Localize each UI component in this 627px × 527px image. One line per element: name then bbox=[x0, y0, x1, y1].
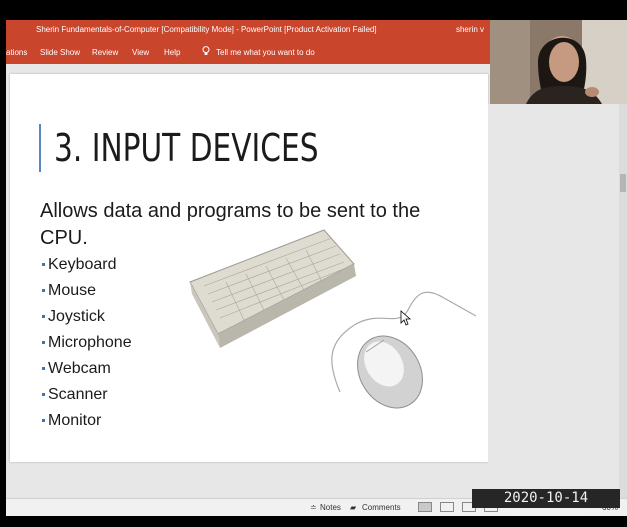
scrollbar-thumb[interactable] bbox=[620, 174, 626, 192]
normal-view-icon[interactable] bbox=[418, 502, 432, 512]
slide-canvas[interactable]: 3. INPUT DEVICES Allows data and program… bbox=[10, 74, 488, 462]
title-accent-bar bbox=[39, 124, 41, 172]
bullet-marker bbox=[42, 419, 45, 422]
bullet-text: Mouse bbox=[48, 282, 97, 299]
bullet-marker bbox=[42, 341, 45, 344]
tab-slide-show[interactable]: Slide Show bbox=[40, 48, 80, 57]
bullet-text: Webcam bbox=[48, 360, 111, 377]
keyboard-and-mouse-image[interactable] bbox=[188, 224, 478, 424]
notes-icon[interactable]: ≐ bbox=[310, 503, 317, 512]
bottom-border bbox=[0, 516, 627, 525]
tab-help[interactable]: Help bbox=[164, 48, 180, 57]
screen: Sherin Fundamentals-of-Computer [Compati… bbox=[0, 0, 627, 525]
notes-panel-area bbox=[488, 104, 627, 498]
tab-animations[interactable]: ations bbox=[6, 48, 27, 57]
bullet-marker bbox=[42, 289, 45, 292]
bullet-marker bbox=[42, 393, 45, 396]
list-item: Scanner bbox=[40, 386, 132, 412]
notes-button[interactable]: Notes bbox=[320, 503, 341, 512]
lightbulb-icon[interactable] bbox=[202, 46, 210, 56]
bullet-marker bbox=[42, 315, 45, 318]
list-item: Webcam bbox=[40, 360, 132, 386]
list-item: Keyboard bbox=[40, 256, 132, 282]
bullet-text: Microphone bbox=[48, 334, 132, 351]
comments-icon[interactable]: ▰ bbox=[350, 503, 356, 512]
list-item: Microphone bbox=[40, 334, 132, 360]
list-item: Monitor bbox=[40, 412, 132, 438]
bullet-text: Joystick bbox=[48, 308, 105, 325]
bullet-list[interactable]: Keyboard Mouse Joystick Microphone Webca… bbox=[40, 256, 132, 438]
slide-sorter-icon[interactable] bbox=[440, 502, 454, 512]
webcam-video-image bbox=[490, 20, 627, 104]
bullet-text: Monitor bbox=[48, 412, 102, 429]
title-bar: Sherin Fundamentals-of-Computer [Compati… bbox=[6, 20, 490, 40]
comments-button[interactable]: Comments bbox=[362, 503, 401, 512]
tab-review[interactable]: Review bbox=[92, 48, 118, 57]
ribbon-tabs: ations Slide Show Review View Help Tell … bbox=[6, 40, 490, 64]
bullet-marker bbox=[42, 367, 45, 370]
tab-view[interactable]: View bbox=[132, 48, 149, 57]
user-name[interactable]: sherin v bbox=[456, 25, 484, 34]
list-item: Mouse bbox=[40, 282, 132, 308]
mouse-cursor-icon bbox=[400, 310, 412, 326]
slide-heading[interactable]: 3. INPUT DEVICES bbox=[54, 126, 319, 170]
tell-me-search[interactable]: Tell me what you want to do bbox=[216, 48, 315, 57]
bullet-text: Keyboard bbox=[48, 256, 117, 273]
bullet-text: Scanner bbox=[48, 386, 108, 403]
list-item: Joystick bbox=[40, 308, 132, 334]
bullet-marker bbox=[42, 263, 45, 266]
window-title: Sherin Fundamentals-of-Computer [Compati… bbox=[36, 25, 377, 34]
timestamp-overlay: 2020-10-14 10:48:58 bbox=[472, 489, 620, 525]
vertical-scrollbar[interactable] bbox=[619, 104, 627, 498]
